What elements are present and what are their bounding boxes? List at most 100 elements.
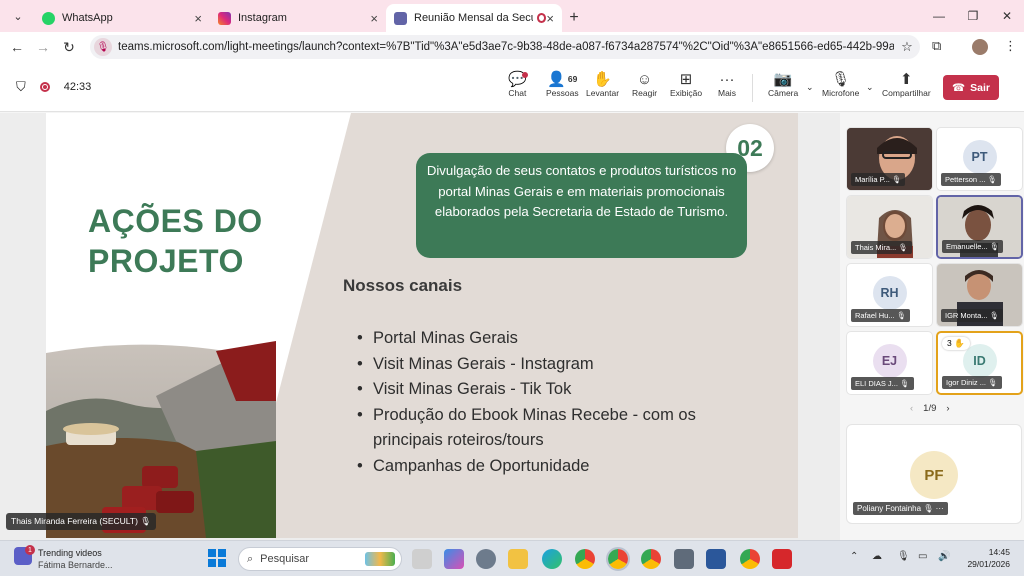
reload-icon[interactable]: ↻ (56, 39, 82, 56)
mic-off-icon: 🎙 (831, 71, 851, 88)
tab-label: WhatsApp (62, 12, 113, 24)
more-button[interactable]: ··· Mais (718, 70, 736, 99)
share-label: Compartilhar (882, 88, 931, 98)
close-window-icon[interactable]: ✕ (990, 0, 1024, 32)
view-button[interactable]: ⊞ Exibição (670, 70, 702, 98)
previous-page-icon[interactable]: ‹ (910, 403, 913, 414)
show-hidden-icons-chevron[interactable]: ⌃ (850, 551, 858, 562)
restore-icon[interactable]: ❐ (956, 0, 990, 32)
raise-hand-label: Levantar (586, 88, 620, 98)
display-icon[interactable] (674, 549, 694, 569)
share-screen-icon: ⬆ (900, 71, 913, 88)
chrome-profile-icon[interactable] (606, 547, 630, 571)
close-tab-icon[interactable]: × (546, 11, 554, 26)
profile-avatar[interactable] (972, 39, 988, 55)
grid-view-icon: ⊞ (679, 71, 693, 88)
featured-participant-tile[interactable]: PF Poliany Fontainha 🎙 ··· (846, 424, 1022, 524)
slide-subtitle: Nossos canais (343, 276, 463, 295)
taskbar-search[interactable]: ⌕ Pesquisar (238, 547, 402, 571)
forward-icon[interactable]: → (30, 39, 56, 55)
browser-menu-icon[interactable]: ⋮ (1004, 38, 1017, 54)
presenter-name: Thais Miranda Ferreira (SECULT) (11, 516, 138, 526)
copilot-icon[interactable] (444, 549, 464, 569)
participant-tile[interactable]: RH Rafael Hu... 🎙 (846, 263, 933, 327)
participant-tile[interactable]: Thais Mira... 🎙 (846, 195, 933, 259)
list-item: Portal Minas Gerais (355, 326, 755, 352)
bookmark-star-icon[interactable]: ☆ (894, 39, 920, 55)
window-controls: — ❐ ✕ (922, 0, 1024, 32)
news-widget[interactable]: Trending videos Fátima Bernarde... (38, 547, 113, 571)
start-button[interactable] (208, 549, 226, 567)
next-page-icon[interactable]: › (946, 403, 949, 414)
system-clock[interactable]: 14:45 29/01/2026 (967, 546, 1010, 570)
microphone-permission-icon[interactable]: 🎙 (94, 38, 112, 56)
clock-time: 14:45 (988, 547, 1010, 557)
mic-muted-icon: 🎙 (140, 516, 152, 526)
camera-button[interactable]: 📷 Câmera (768, 70, 798, 98)
recording-icon (39, 82, 50, 92)
close-tab-icon[interactable]: × (370, 11, 378, 26)
chrome-profile-icon[interactable] (740, 549, 760, 569)
volume-icon[interactable]: 🔊 (938, 551, 950, 562)
pdf-reader-icon[interactable] (772, 549, 792, 569)
tab-teams-meeting[interactable]: Reunião Mensal da Secult c × (386, 4, 562, 32)
tab-whatsapp[interactable]: WhatsApp × (34, 4, 210, 32)
participant-avatar: PT (962, 139, 997, 174)
mic-options-chevron-icon[interactable]: ⌄ (866, 82, 874, 93)
back-icon[interactable]: ← (4, 39, 30, 55)
coffee-pouring-photo (46, 341, 276, 538)
shared-content-stage: AÇÕES DO PROJETO 02 Divulgação de seus c… (0, 113, 840, 540)
participant-tile[interactable]: EJ ELI DIAS J... 🎙 (846, 331, 933, 395)
slide-heading-line: AÇÕES DO (88, 203, 263, 239)
participant-tile[interactable]: PT Petterson ... 🎙 (936, 127, 1023, 191)
tab-search-menu[interactable]: ⌄ (4, 4, 32, 28)
list-item: Produção do Ebook Minas Recebe - com os … (355, 403, 755, 454)
leave-label: Sair (970, 81, 990, 94)
participant-avatar: RH (872, 275, 907, 310)
onedrive-icon[interactable]: ☁ (872, 551, 882, 562)
settings-icon[interactable] (476, 549, 496, 569)
people-label: Pessoas (546, 88, 579, 98)
react-button[interactable]: ☺ Reagir (632, 70, 658, 99)
participant-tile[interactable]: Marília P... 🎙 (846, 127, 933, 191)
search-highlight-icon (365, 552, 395, 566)
chrome-profile-icon[interactable] (641, 549, 661, 569)
tab-instagram[interactable]: Instagram × (210, 4, 386, 32)
network-icon[interactable]: ▭ (918, 551, 927, 562)
close-tab-icon[interactable]: × (194, 11, 202, 26)
participant-name: Thais Mira... 🎙 (851, 241, 912, 254)
chrome-icon[interactable] (575, 549, 595, 569)
raise-hand-button[interactable]: ✋ Levantar (586, 70, 619, 98)
edge-icon[interactable] (542, 549, 562, 569)
new-tab-button[interactable]: + (562, 4, 586, 32)
people-button[interactable]: 👤 69 Pessoas (546, 70, 579, 98)
word-icon[interactable] (706, 549, 726, 569)
extensions-icon[interactable]: ⧉ (932, 38, 941, 54)
participant-avatar: EJ (872, 343, 907, 378)
mic-label: Microfone (822, 88, 860, 98)
chat-label: Chat (508, 88, 527, 98)
list-item: Visit Minas Gerais - Tik Tok (355, 377, 755, 403)
meeting-timer: 42:33 (63, 81, 92, 93)
url-bar[interactable]: 🎙 teams.microsoft.com/light-meetings/lau… (90, 35, 920, 59)
search-icon: ⌕ (247, 552, 254, 565)
react-label: Reagir (632, 88, 658, 98)
news-title: Trending videos (38, 548, 102, 558)
teams-icon (394, 11, 407, 25)
participant-tile-hand-raised[interactable]: ID 3 ✋ Igor Diniz ... 🎙 (936, 331, 1023, 395)
hand-icon: ✋ (954, 338, 965, 348)
microphone-button[interactable]: 🎙 Microfone (822, 70, 859, 98)
participant-tile[interactable]: IGR Monta... 🎙 (936, 263, 1023, 327)
leave-button[interactable]: ☎ Sair (943, 75, 999, 100)
minimize-icon[interactable]: — (922, 0, 956, 32)
share-button[interactable]: ⬆ Compartilhar (882, 70, 931, 98)
camera-options-chevron-icon[interactable]: ⌄ (806, 82, 814, 93)
participant-tile-speaking[interactable]: Emanuelle... 🎙 (936, 195, 1023, 259)
participant-name: ELI DIAS J... 🎙 (851, 377, 914, 390)
whatsapp-icon (42, 11, 55, 25)
gallery-pager: ‹ 1/9 › (910, 403, 950, 414)
microphone-tray-icon[interactable]: 🎙 (897, 551, 910, 562)
task-view-icon[interactable] (412, 549, 432, 569)
file-explorer-icon[interactable] (508, 549, 528, 569)
shield-icon[interactable]: ⛉ (16, 79, 26, 95)
